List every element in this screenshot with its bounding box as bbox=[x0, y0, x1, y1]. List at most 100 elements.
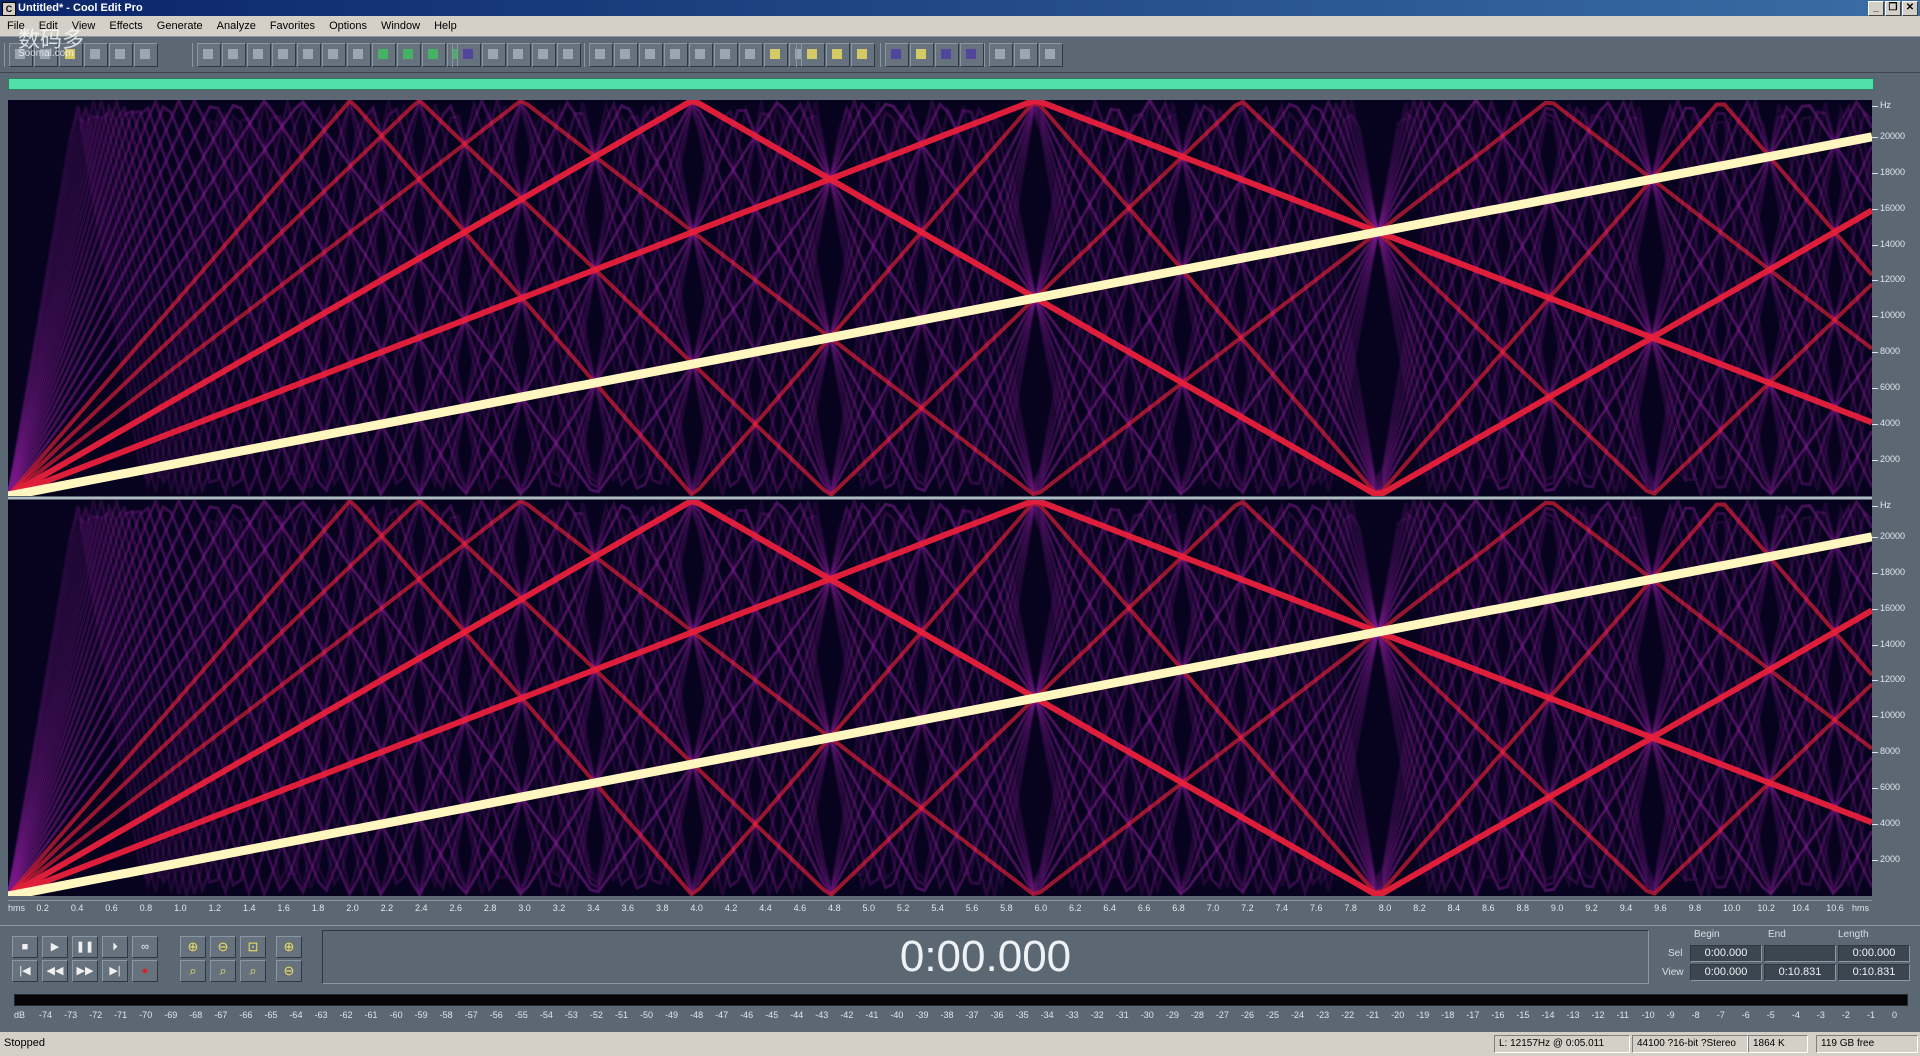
menu-help[interactable]: Help bbox=[427, 20, 464, 32]
time-tick-label: 4.0 bbox=[690, 903, 703, 913]
time-ruler: hms 0.2 0.4 0.6 0.8 1.0 1.2 1.4 1.6 1.8 2.0 2.2 2.4 2… bbox=[8, 900, 1872, 916]
zoom-left-icon[interactable]: ⌕ bbox=[180, 960, 206, 982]
rewind-button[interactable]: ◀◀ bbox=[42, 960, 68, 982]
zoom-out-horizontal-icon[interactable]: ⊖ bbox=[210, 936, 236, 958]
undo-icon[interactable] bbox=[197, 43, 221, 67]
view-end-field[interactable]: 0:10.831 bbox=[1764, 964, 1836, 981]
channel-both-icon[interactable] bbox=[422, 43, 446, 67]
help-icon[interactable] bbox=[851, 43, 875, 67]
menu-window[interactable]: Window bbox=[374, 20, 427, 32]
loop-button[interactable]: ∞ bbox=[132, 936, 158, 958]
effect-stretch-icon[interactable] bbox=[960, 43, 984, 67]
zoom-out-vertical-icon[interactable]: ⊖ bbox=[276, 960, 302, 982]
cut-icon[interactable] bbox=[247, 43, 271, 67]
paste-icon[interactable] bbox=[297, 43, 321, 67]
view-begin-field[interactable]: 0:00.000 bbox=[1690, 964, 1762, 981]
spectrogram-right-channel[interactable] bbox=[8, 500, 1872, 896]
time-tick-label: 1.6 bbox=[277, 903, 290, 913]
preview-icon[interactable] bbox=[664, 43, 688, 67]
device-properties-icon[interactable] bbox=[826, 43, 850, 67]
level-tick-label: -27 bbox=[1215, 1010, 1229, 1020]
trim-icon[interactable] bbox=[322, 43, 346, 67]
play-button[interactable]: ▶ bbox=[42, 936, 68, 958]
sel-begin-field[interactable]: 0:00.000 bbox=[1690, 945, 1762, 962]
zoom-in-vertical-icon[interactable]: ⊕ bbox=[276, 936, 302, 958]
redo-icon[interactable] bbox=[222, 43, 246, 67]
go-to-start-button[interactable]: |◀ bbox=[12, 960, 38, 982]
zoom-full-horizontal-icon[interactable]: ⊡ bbox=[240, 936, 266, 958]
level-tick-label: -28 bbox=[1190, 1010, 1204, 1020]
effect-envelope-icon[interactable] bbox=[910, 43, 934, 67]
minimize-button[interactable]: _ bbox=[1868, 1, 1884, 16]
app-icon[interactable]: C bbox=[2, 2, 16, 16]
spectral-pan-icon[interactable] bbox=[507, 43, 531, 67]
time-tick-label: 2.6 bbox=[449, 903, 462, 913]
menu-generate[interactable]: Generate bbox=[150, 20, 210, 32]
tool-scrub-icon[interactable] bbox=[1014, 43, 1038, 67]
waveform-view-icon[interactable] bbox=[457, 43, 481, 67]
play-to-end-button[interactable]: ⏵ bbox=[102, 936, 128, 958]
open-append-icon[interactable] bbox=[84, 43, 108, 67]
settings-icon[interactable] bbox=[801, 43, 825, 67]
toolbar-group-view bbox=[452, 43, 582, 67]
vertical-zoom-buttons: ⊕ ⊖ bbox=[276, 936, 304, 982]
sel-end-field[interactable] bbox=[1764, 945, 1836, 962]
spectral-view-icon[interactable] bbox=[482, 43, 506, 67]
time-tick-label: 3.8 bbox=[655, 903, 669, 913]
statistics-icon[interactable] bbox=[764, 43, 788, 67]
tool-marquee-icon[interactable] bbox=[1039, 43, 1063, 67]
level-tick-label: -37 bbox=[965, 1010, 979, 1020]
stop-button[interactable]: ■ bbox=[12, 936, 38, 958]
freq-unit-label: Hz bbox=[1872, 100, 1891, 110]
level-tick-label: -51 bbox=[614, 1010, 628, 1020]
close-button[interactable]: ✕ bbox=[1902, 1, 1918, 16]
mix-paste-icon[interactable] bbox=[347, 43, 371, 67]
fast-forward-button[interactable]: ▶▶ bbox=[72, 960, 98, 982]
channel-divider bbox=[8, 497, 1872, 499]
toolbar-group-edit bbox=[192, 43, 472, 67]
zoom-selection-icon[interactable]: ⌕ bbox=[240, 960, 266, 982]
effect-amplify-icon[interactable] bbox=[885, 43, 909, 67]
spectral-phase-icon[interactable] bbox=[532, 43, 556, 67]
time-tick-label: 9.8 bbox=[1688, 903, 1702, 913]
spectral-decay-icon[interactable] bbox=[557, 43, 581, 67]
record-button[interactable]: ● bbox=[132, 960, 158, 982]
level-tick-label: -43 bbox=[815, 1010, 829, 1020]
freq-tick-label: 6000 bbox=[1871, 782, 1901, 793]
bits-icon[interactable] bbox=[739, 43, 763, 67]
level-tick-label: -26 bbox=[1240, 1010, 1254, 1020]
spectrogram-right-svg bbox=[8, 500, 1872, 896]
menu-options[interactable]: Options bbox=[322, 20, 374, 32]
freq-tick-label: 14000 bbox=[1871, 238, 1906, 249]
channel-left-icon[interactable] bbox=[372, 43, 396, 67]
time-tick-label: 8.6 bbox=[1482, 903, 1495, 913]
cue-list-icon[interactable] bbox=[589, 43, 613, 67]
frequency-analysis-icon[interactable] bbox=[689, 43, 713, 67]
restore-button[interactable]: ❐ bbox=[1885, 1, 1901, 16]
sel-length-field[interactable]: 0:00.000 bbox=[1838, 945, 1910, 962]
channel-right-icon[interactable] bbox=[397, 43, 421, 67]
tool-time-select-icon[interactable] bbox=[989, 43, 1013, 67]
play-list-icon[interactable] bbox=[614, 43, 638, 67]
info-icon[interactable] bbox=[639, 43, 663, 67]
time-tick-label: 9.0 bbox=[1550, 903, 1564, 913]
time-format-icon[interactable] bbox=[714, 43, 738, 67]
freq-tick-label: 4000 bbox=[1871, 818, 1901, 829]
menu-analyze[interactable]: Analyze bbox=[210, 20, 263, 32]
close-file-icon[interactable] bbox=[134, 43, 158, 67]
effect-normalize-icon[interactable] bbox=[935, 43, 959, 67]
go-to-end-button[interactable]: ▶| bbox=[102, 960, 128, 982]
level-tick-label: -71 bbox=[114, 1010, 128, 1020]
view-length-field[interactable]: 0:10.831 bbox=[1838, 964, 1910, 981]
time-tick-label: 8.8 bbox=[1516, 903, 1529, 913]
menu-effects[interactable]: Effects bbox=[102, 20, 149, 32]
copy-icon[interactable] bbox=[272, 43, 296, 67]
menu-favorites[interactable]: Favorites bbox=[263, 20, 322, 32]
overview-range-bar[interactable] bbox=[8, 78, 1874, 90]
status-bar: Stopped L: 12157Hz @ 0:05.011 44100 ?16-… bbox=[0, 1032, 1920, 1056]
spectrogram-left-channel[interactable] bbox=[8, 100, 1872, 496]
pause-button[interactable]: ❚❚ bbox=[72, 936, 98, 958]
save-icon[interactable] bbox=[109, 43, 133, 67]
zoom-right-icon[interactable]: ⌕ bbox=[210, 960, 236, 982]
zoom-in-horizontal-icon[interactable]: ⊕ bbox=[180, 936, 206, 958]
